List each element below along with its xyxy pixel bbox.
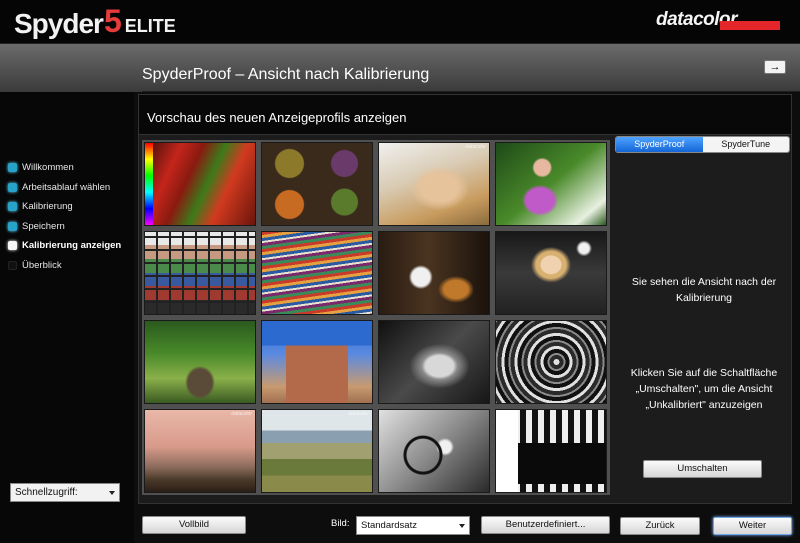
tab-spyderproof[interactable]: SpyderProof	[616, 137, 703, 152]
info-toggle-hint: Klicken Sie auf die Schaltfläche „Umscha…	[630, 367, 778, 411]
sidebar-item-kalibrierung-anzeigen[interactable]: Kalibrierung anzeigen	[8, 236, 121, 256]
title-separator	[142, 91, 800, 92]
spectrum-strip	[145, 143, 153, 225]
step-status-icon	[8, 163, 17, 173]
sidebar-item-ueberblick[interactable]: Überblick	[8, 256, 121, 276]
step-status-icon	[8, 260, 17, 270]
sidebar-item-label: Überblick	[22, 259, 62, 271]
mode-tabs: SpyderProof SpyderTune	[615, 136, 790, 153]
sidebar-item-label: Kalibrierung	[22, 201, 73, 213]
sidebar-item-kalibrierung[interactable]: Kalibrierung	[8, 197, 121, 217]
section-subtitle: Vorschau des neuen Anzeigeprofils anzeig…	[147, 110, 407, 125]
sidebar-item-willkommen[interactable]: Willkommen	[8, 158, 121, 178]
info-current-view: Sie sehen die Ansicht nach der Kalibrier…	[631, 276, 777, 304]
logo-word: Spyder	[14, 8, 104, 39]
back-button[interactable]: Zurück	[620, 517, 700, 535]
sidebar: Willkommen Arbeitsablauf wählen Kalibrie…	[0, 92, 134, 543]
next-button[interactable]: Weiter	[713, 517, 792, 535]
watermark: datacolor	[465, 144, 486, 150]
datacolor-logo: datacolor	[656, 9, 780, 31]
image-bicycle[interactable]	[378, 409, 490, 493]
workflow-steps: Willkommen Arbeitsablauf wählen Kalibrie…	[8, 158, 121, 275]
quick-access-label: Schnellzugriff:	[15, 487, 78, 498]
image-garden[interactable]	[144, 320, 256, 404]
image-bw-portrait[interactable]	[378, 320, 490, 404]
image-tuscany[interactable]: datacolor	[261, 409, 373, 493]
image-girl-flowers[interactable]	[495, 142, 607, 226]
image-bw-testchart[interactable]	[495, 409, 607, 493]
arrow-right-icon[interactable]: →	[764, 60, 786, 74]
sidebar-item-label: Kalibrierung anzeigen	[22, 240, 122, 252]
image-set-value: Standardsatz	[361, 520, 417, 531]
quick-access-select[interactable]: Schnellzugriff:	[10, 483, 120, 502]
watermark: datacolor	[231, 411, 252, 417]
step-status-icon	[8, 182, 17, 192]
step-status-icon	[8, 241, 17, 251]
sidebar-item-label: Arbeitsablauf wählen	[22, 181, 111, 193]
logo-edition: ELITE	[124, 16, 176, 36]
chevron-down-icon	[459, 524, 465, 528]
step-status-icon	[8, 202, 17, 212]
proof-image-grid: datacolor datacolor datacolor	[142, 140, 610, 495]
fullscreen-button[interactable]: Vollbild	[142, 516, 246, 534]
spyder-logo: Spyder 5 ELITE	[14, 3, 176, 40]
brand-bar	[720, 21, 780, 30]
image-church[interactable]	[261, 320, 373, 404]
sidebar-item-arbeitsablauf[interactable]: Arbeitsablauf wählen	[8, 178, 121, 198]
image-cellist[interactable]	[378, 231, 490, 315]
image-marilyn[interactable]	[495, 231, 607, 315]
sidebar-item-label: Speichern	[22, 220, 65, 232]
step-status-icon	[8, 221, 17, 231]
image-spiral-stairs[interactable]	[495, 320, 607, 404]
tab-spydertune[interactable]: SpyderTune	[702, 137, 789, 152]
image-set-select[interactable]: Standardsatz	[356, 516, 470, 535]
logo-number: 5	[103, 3, 122, 39]
watermark: datacolor	[348, 411, 369, 417]
image-fabrics[interactable]	[261, 231, 373, 315]
custom-images-button[interactable]: Benutzerdefiniert...	[481, 516, 610, 534]
app-header: Spyder 5 ELITE datacolor	[0, 0, 800, 44]
image-set-label: Bild:	[331, 518, 350, 529]
toggle-button[interactable]: Umschalten	[643, 460, 762, 478]
image-sunset[interactable]: datacolor	[144, 409, 256, 493]
image-color-chart[interactable]	[144, 231, 256, 315]
chevron-down-icon	[109, 491, 115, 495]
main-header: Vorschau des neuen Anzeigeprofils anzeig…	[139, 95, 791, 135]
image-bowls[interactable]	[261, 142, 373, 226]
image-blonde-woman[interactable]: datacolor	[378, 142, 490, 226]
image-peppers[interactable]	[144, 142, 256, 226]
page-title: SpyderProof – Ansicht nach Kalibrierung	[142, 66, 430, 83]
title-bar: SpyderProof – Ansicht nach Kalibrierung	[0, 44, 800, 92]
sidebar-item-speichern[interactable]: Speichern	[8, 217, 121, 237]
sidebar-item-label: Willkommen	[22, 162, 74, 174]
